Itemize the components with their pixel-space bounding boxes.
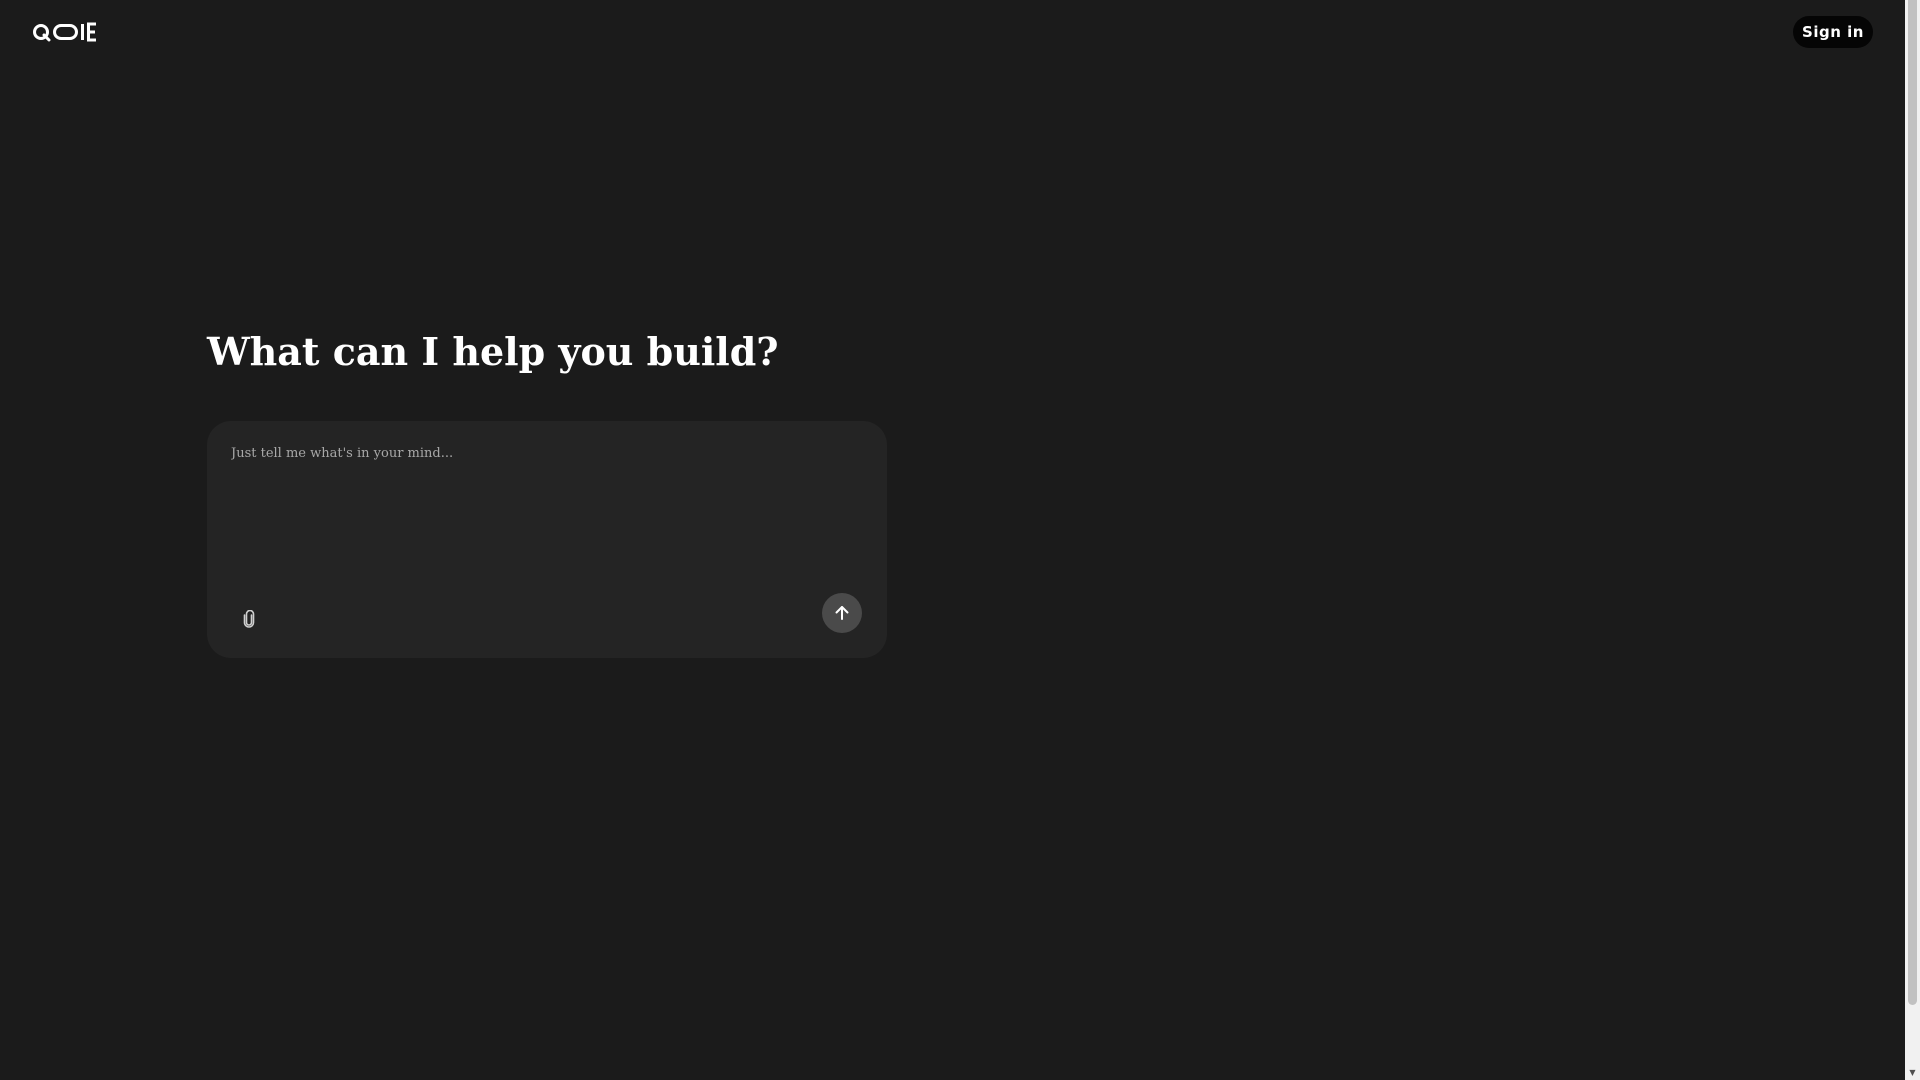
qoie-wordmark-icon[interactable]	[32, 22, 98, 42]
prompt-input[interactable]	[231, 445, 851, 565]
scrollbar-thumb[interactable]	[1908, 0, 1917, 1005]
page-title: What can I help you build?	[207, 329, 779, 374]
send-button[interactable]	[822, 593, 862, 633]
prompt-composer	[207, 421, 887, 658]
sign-in-button[interactable]: Sign in	[1793, 16, 1873, 48]
page: Sign in What can I help you build?	[0, 0, 1905, 1080]
arrow-up-icon	[835, 606, 849, 620]
scroll-down-arrow-icon[interactable]: ▼	[1905, 1065, 1920, 1080]
attach-file-button[interactable]	[231, 601, 267, 637]
paperclip-icon	[243, 610, 255, 628]
vertical-scrollbar[interactable]: ▼	[1905, 0, 1920, 1080]
